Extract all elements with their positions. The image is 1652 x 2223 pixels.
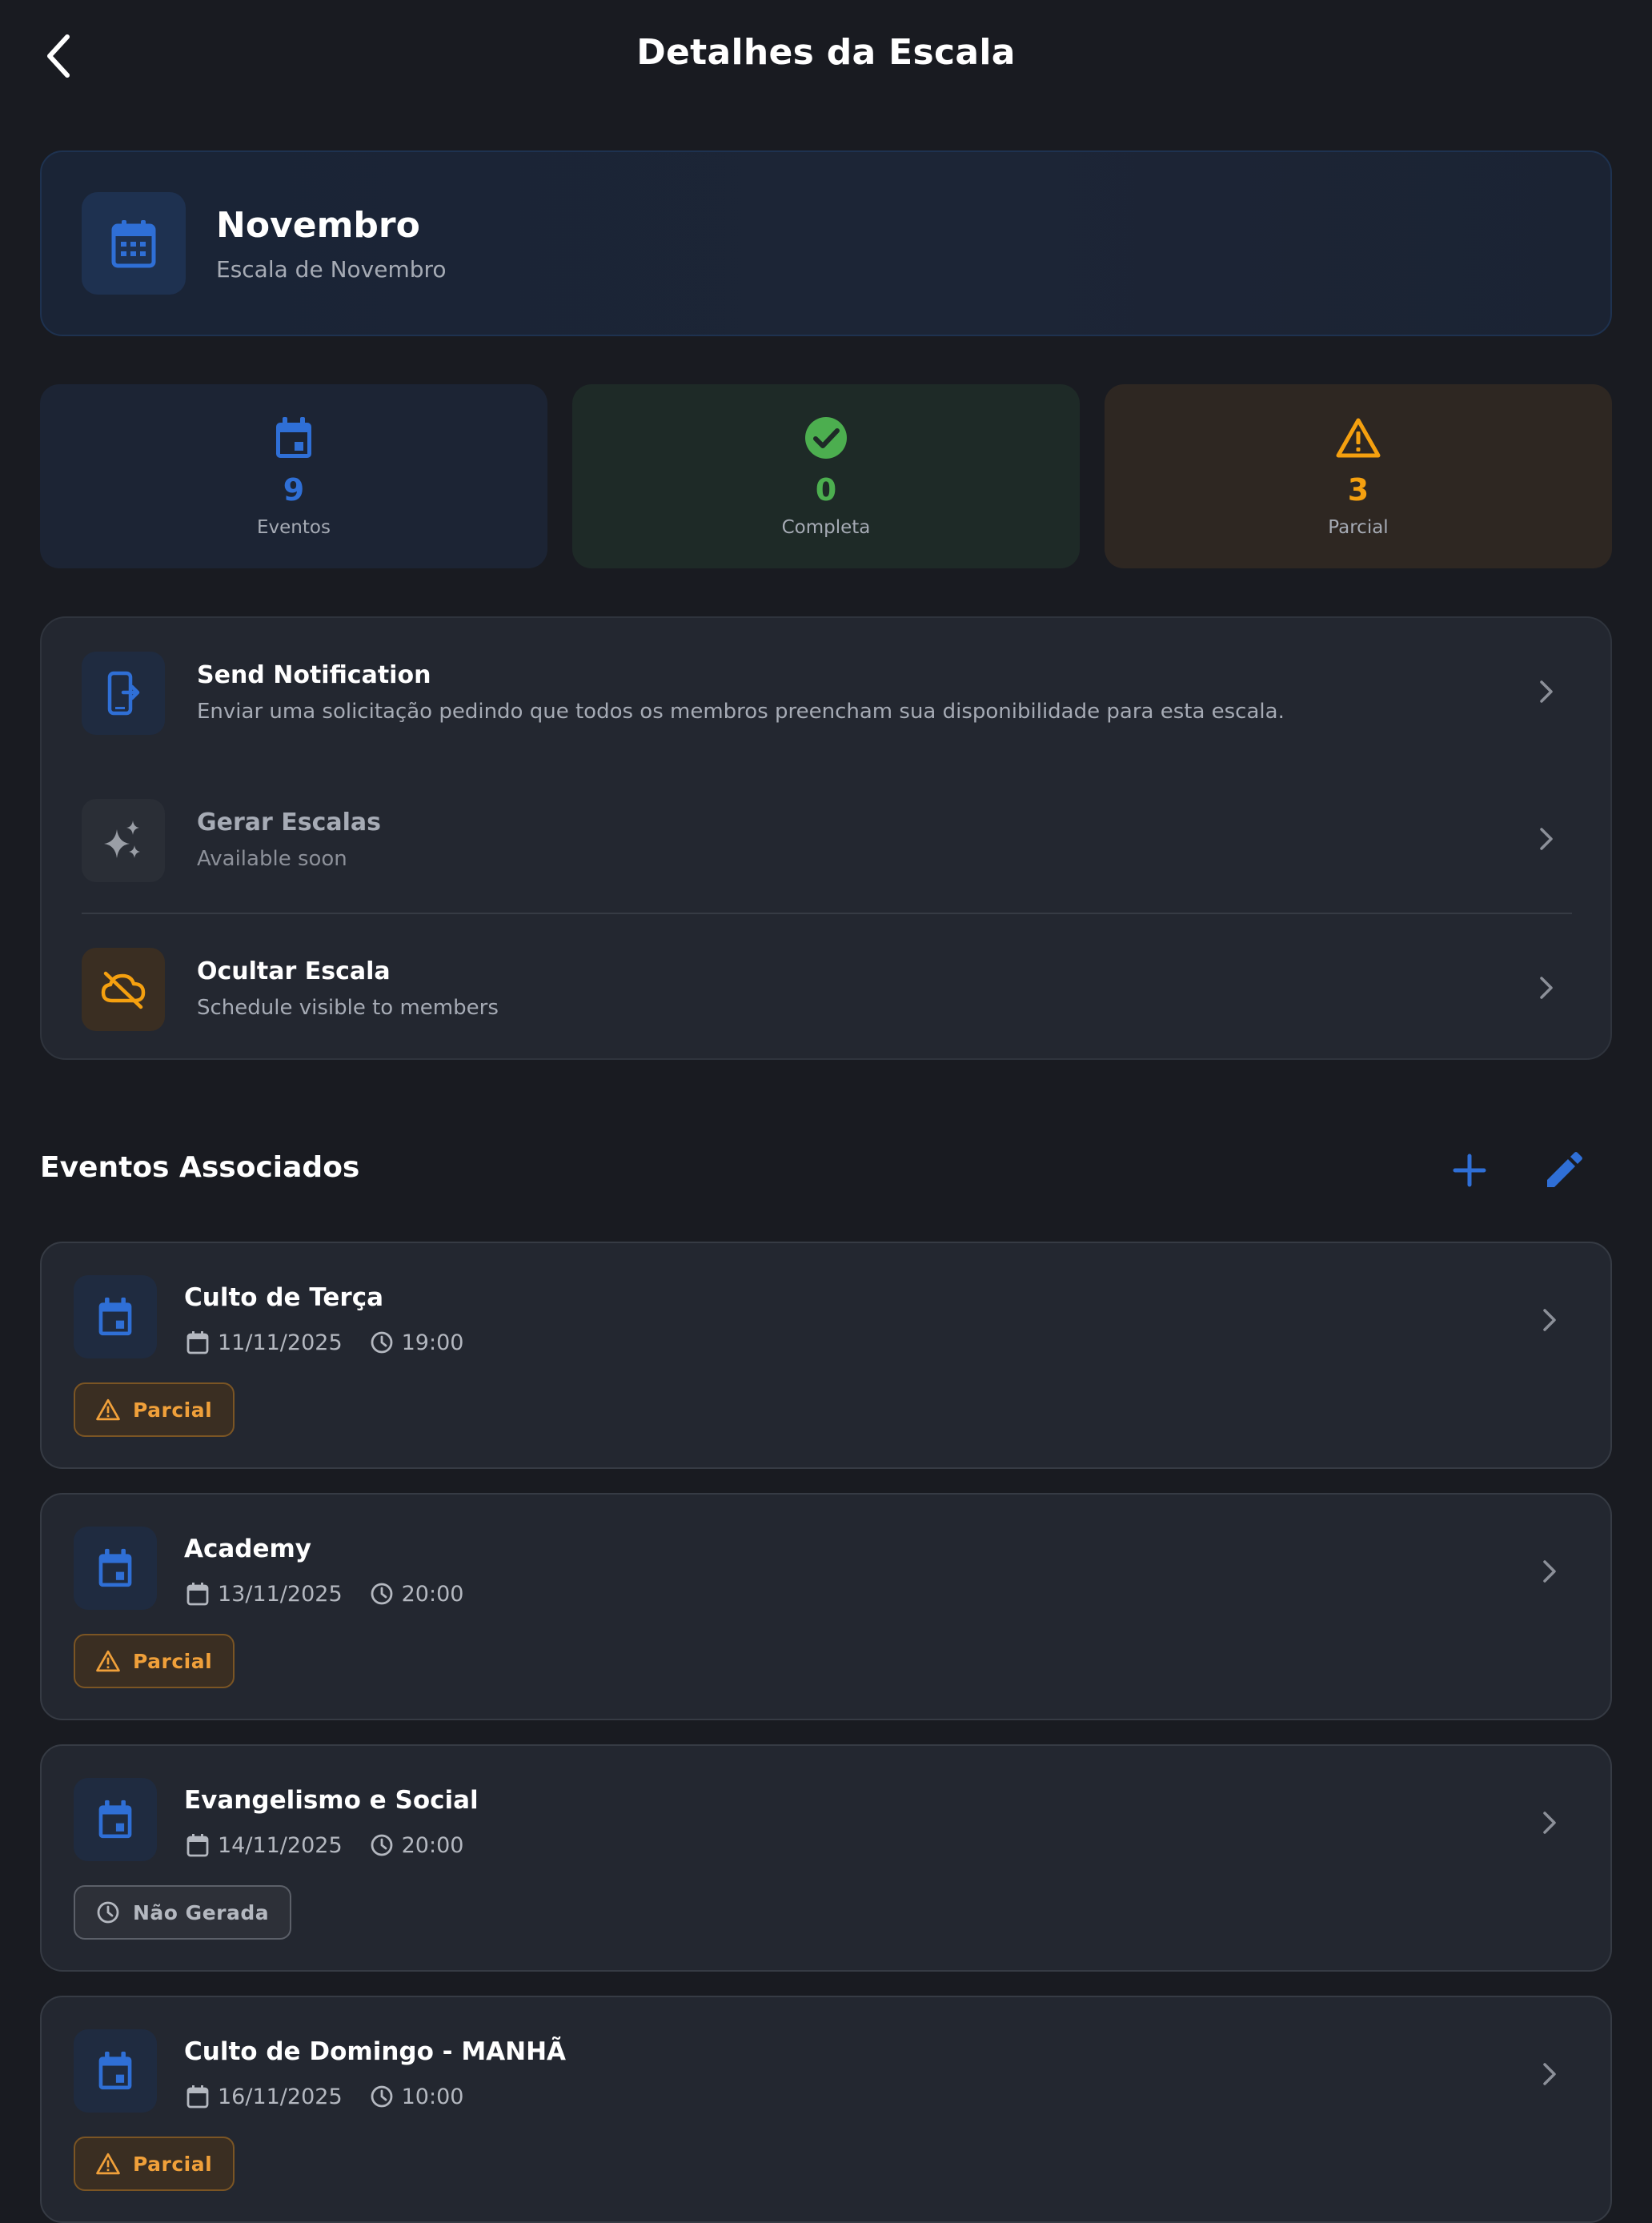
status-badge: Parcial xyxy=(74,1634,235,1688)
warning-icon xyxy=(94,1647,122,1675)
event-card[interactable]: Evangelismo e Social 14/11/2025 20:00 Nã… xyxy=(40,1744,1612,1972)
stat-card-parcial: 3 Parcial xyxy=(1105,384,1612,568)
edit-events-button[interactable] xyxy=(1532,1138,1596,1202)
event-time: 20:00 xyxy=(401,1832,464,1858)
chevron-right-icon xyxy=(1543,1309,1556,1331)
status-badge: Parcial xyxy=(74,1382,235,1437)
pencil-icon xyxy=(1547,1152,1582,1187)
warning-icon xyxy=(94,2150,122,2177)
event-time: 10:00 xyxy=(401,2084,464,2109)
event-calendar-icon xyxy=(74,1778,157,1861)
action-description: Enviar uma solicitação pedindo que todos… xyxy=(197,700,1285,724)
chevron-right-icon xyxy=(1543,1560,1556,1583)
event-card[interactable]: Culto de Terça 11/11/2025 19:00 Parcial xyxy=(40,1242,1612,1469)
ocultar-escala-row[interactable]: Ocultar Escala Schedule visible to membe… xyxy=(42,914,1610,1061)
clock-icon xyxy=(94,1899,122,1926)
calendar-icon xyxy=(82,192,186,295)
clock-icon xyxy=(368,1329,395,1356)
plus-icon xyxy=(1453,1154,1486,1187)
event-calendar-icon xyxy=(74,2029,157,2113)
event-calendar-icon xyxy=(74,1275,157,1358)
calendar-small-icon xyxy=(184,1580,211,1607)
stat-label: Completa xyxy=(781,517,871,538)
stat-label: Parcial xyxy=(1328,517,1389,538)
event-card[interactable]: Academy 13/11/2025 20:00 Parcial xyxy=(40,1493,1612,1720)
event-meta: 13/11/2025 20:00 xyxy=(184,1578,463,1610)
calendar-small-icon xyxy=(184,1832,211,1859)
stat-value: 3 xyxy=(1347,472,1369,508)
actions-card: Send Notification Enviar uma solicitação… xyxy=(40,616,1612,1060)
calendar-icon xyxy=(276,417,311,458)
event-title: Culto de Domingo - MANHÃ xyxy=(184,2037,567,2066)
event-calendar-icon xyxy=(74,1527,157,1610)
event-meta: 16/11/2025 10:00 xyxy=(184,2081,463,2113)
status-text: Parcial xyxy=(133,1649,213,1673)
top-bar: Detalhes da Escala xyxy=(0,0,1652,112)
status-badge: Não Gerada xyxy=(74,1885,292,1940)
event-date: 11/11/2025 xyxy=(218,1330,343,1355)
status-text: Parcial xyxy=(133,2152,213,2176)
chevron-right-icon xyxy=(1540,680,1553,703)
clock-icon xyxy=(368,1580,395,1607)
status-text: Parcial xyxy=(133,1398,213,1422)
event-title: Academy xyxy=(184,1535,312,1563)
stat-card-eventos: 9 Eventos xyxy=(40,384,547,568)
sparkles-icon xyxy=(82,799,165,882)
action-title: Send Notification xyxy=(197,661,431,689)
status-badge: Parcial xyxy=(74,2137,235,2191)
page-title: Detalhes da Escala xyxy=(636,32,1016,73)
event-card[interactable]: Culto de Domingo - MANHÃ 16/11/2025 10:0… xyxy=(40,1996,1612,2223)
event-time: 20:00 xyxy=(401,1581,464,1607)
action-title: Gerar Escalas xyxy=(197,809,382,837)
event-meta: 14/11/2025 20:00 xyxy=(184,1829,463,1861)
action-title: Ocultar Escala xyxy=(197,957,391,985)
event-date: 13/11/2025 xyxy=(218,1581,343,1607)
chevron-right-icon xyxy=(1540,977,1553,999)
check-circle-icon xyxy=(805,417,847,459)
phone-forward-icon xyxy=(82,652,165,735)
event-title: Evangelismo e Social xyxy=(184,1786,479,1815)
section-title: Eventos Associados xyxy=(40,1151,360,1184)
add-event-button[interactable] xyxy=(1437,1138,1502,1202)
send-notification-row[interactable]: Send Notification Enviar uma solicitação… xyxy=(42,618,1610,765)
event-time: 19:00 xyxy=(401,1330,464,1355)
schedule-subtitle: Escala de Novembro xyxy=(216,256,447,283)
stat-label: Eventos xyxy=(257,517,331,538)
stat-card-completa: 0 Completa xyxy=(572,384,1080,568)
action-description: Available soon xyxy=(197,847,347,871)
gerar-escalas-row[interactable]: Gerar Escalas Available soon xyxy=(42,765,1610,913)
cloud-off-icon xyxy=(82,948,165,1031)
clock-icon xyxy=(368,1832,395,1859)
chevron-right-icon xyxy=(1543,1812,1556,1834)
warning-icon xyxy=(94,1396,122,1423)
schedule-summary-card: Novembro Escala de Novembro xyxy=(40,150,1612,336)
event-date: 14/11/2025 xyxy=(218,1832,343,1858)
calendar-small-icon xyxy=(184,2083,211,2110)
status-text: Não Gerada xyxy=(133,1900,270,1924)
action-description: Schedule visible to members xyxy=(197,996,499,1020)
schedule-title: Novembro xyxy=(216,205,420,246)
warning-icon xyxy=(1336,418,1381,458)
event-title: Culto de Terça xyxy=(184,1283,383,1312)
calendar-small-icon xyxy=(184,1329,211,1356)
stat-value: 9 xyxy=(283,472,305,508)
stat-value: 0 xyxy=(815,472,837,508)
event-meta: 11/11/2025 19:00 xyxy=(184,1326,463,1358)
chevron-right-icon xyxy=(1540,828,1553,850)
event-date: 16/11/2025 xyxy=(218,2084,343,2109)
chevron-right-icon xyxy=(1543,2063,1556,2085)
clock-icon xyxy=(368,2083,395,2110)
